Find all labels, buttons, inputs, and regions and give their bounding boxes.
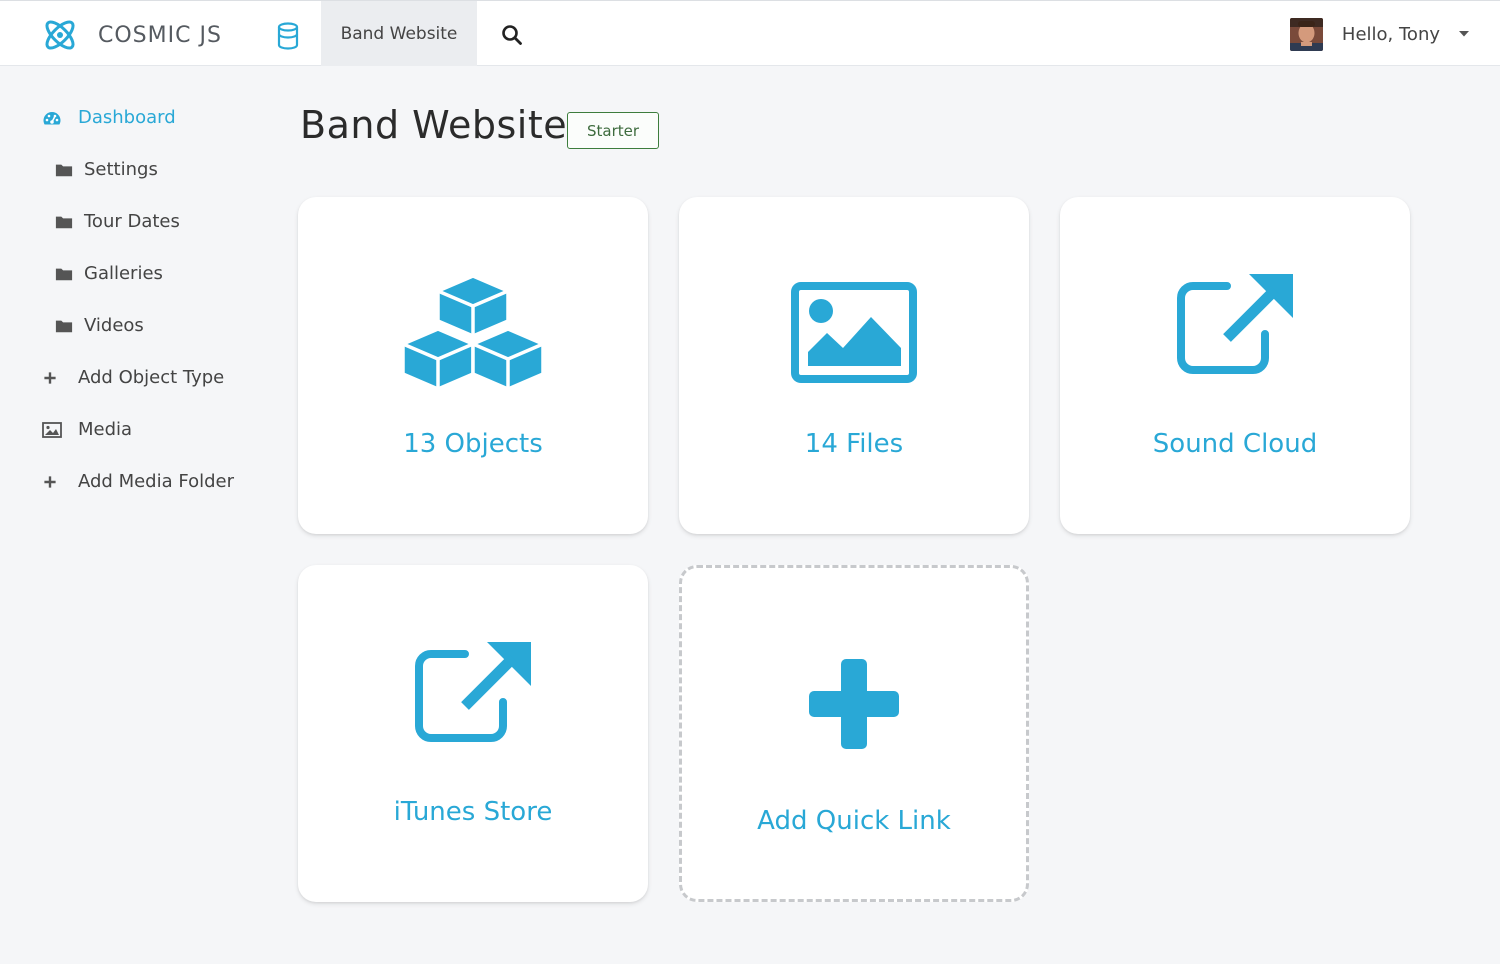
cubes-icon bbox=[401, 274, 545, 391]
sidebar-item-settings[interactable]: Settings bbox=[55, 159, 158, 180]
folder-icon bbox=[55, 268, 73, 280]
user-menu[interactable]: Hello, Tony bbox=[1289, 17, 1470, 51]
card-label: Add Quick Link bbox=[757, 806, 951, 836]
sidebar-item-label: Videos bbox=[84, 315, 144, 336]
sidebar-item-label: Add Object Type bbox=[78, 367, 225, 388]
plan-badge-label: Starter bbox=[586, 121, 640, 140]
folder-icon bbox=[55, 216, 73, 228]
card-sound-cloud[interactable]: Sound Cloud bbox=[1060, 197, 1410, 534]
caret-down-icon[interactable] bbox=[1458, 30, 1470, 38]
add-quick-link-card[interactable]: Add Quick Link bbox=[679, 565, 1029, 902]
folder-icon bbox=[55, 164, 73, 176]
sidebar-item-label: Add Media Folder bbox=[78, 471, 234, 492]
sidebar-item-label: Tour Dates bbox=[84, 211, 180, 232]
folder-icon bbox=[55, 320, 73, 332]
plan-badge[interactable]: Starter bbox=[567, 112, 659, 149]
bucket-tab-band-website[interactable]: Band Website bbox=[321, 1, 477, 66]
sidebar-item-add-object-type[interactable]: Add Object Type bbox=[42, 367, 224, 388]
sidebar-item-galleries[interactable]: Galleries bbox=[55, 263, 163, 284]
page-title: Band Website bbox=[300, 103, 568, 147]
sidebar-item-media[interactable]: Media bbox=[42, 419, 132, 440]
image-icon bbox=[42, 421, 62, 438]
cosmic-atom-logo-icon bbox=[45, 20, 75, 50]
external-link-icon bbox=[1177, 274, 1293, 374]
database-icon[interactable] bbox=[276, 22, 300, 50]
sidebar-item-videos[interactable]: Videos bbox=[55, 315, 144, 336]
sidebar-item-label: Media bbox=[78, 419, 133, 440]
avatar bbox=[1289, 17, 1323, 51]
sidebar-item-tour-dates[interactable]: Tour Dates bbox=[55, 211, 180, 232]
top-navbar: COSMIC JS Band Website Hello, Tony bbox=[0, 0, 1500, 66]
card-objects[interactable]: 13 Objects bbox=[298, 197, 648, 534]
card-itunes-store[interactable]: iTunes Store bbox=[298, 565, 648, 902]
image-icon bbox=[791, 282, 917, 383]
card-label: 14 Files bbox=[804, 429, 904, 459]
brand-name: COSMIC JS bbox=[98, 22, 222, 48]
sidebar-item-label: Settings bbox=[84, 159, 158, 180]
card-files[interactable]: 14 Files bbox=[679, 197, 1029, 534]
external-link-icon bbox=[415, 642, 531, 742]
card-label: Sound Cloud bbox=[1152, 429, 1318, 459]
brand-home-link[interactable]: COSMIC JS bbox=[40, 15, 222, 55]
search-icon[interactable] bbox=[500, 23, 524, 47]
sidebar-item-label: Galleries bbox=[84, 263, 163, 284]
user-greeting: Hello, Tony bbox=[1341, 23, 1440, 45]
plus-icon bbox=[44, 475, 56, 488]
dashboard-icon bbox=[43, 111, 61, 124]
sidebar-item-dashboard[interactable]: Dashboard bbox=[42, 107, 176, 128]
bucket-tab-label: Band Website bbox=[340, 23, 458, 44]
plus-icon bbox=[809, 659, 899, 749]
card-label: iTunes Store bbox=[393, 797, 553, 827]
plus-icon bbox=[44, 371, 56, 384]
sidebar-item-label: Dashboard bbox=[78, 107, 176, 128]
sidebar-item-add-media-folder[interactable]: Add Media Folder bbox=[42, 471, 234, 492]
card-label: 13 Objects bbox=[403, 429, 543, 459]
